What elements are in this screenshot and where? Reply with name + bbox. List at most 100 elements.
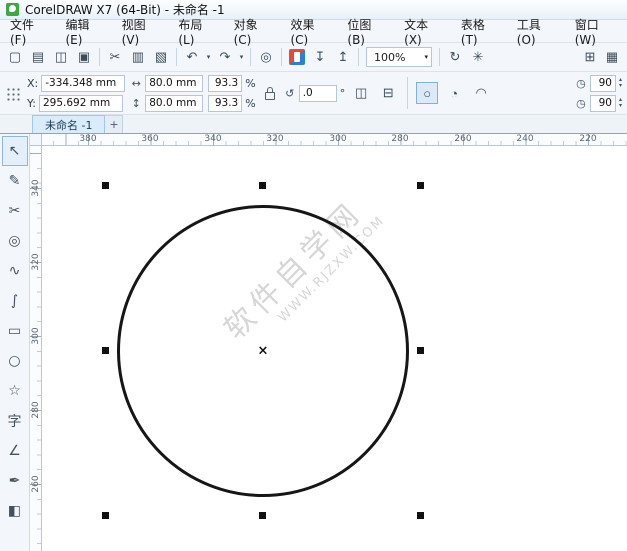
interactive-fill-tool[interactable]: ◧: [2, 496, 28, 526]
selection-handle-bottom-right[interactable]: [417, 512, 424, 519]
import-button[interactable]: ↧: [309, 46, 331, 68]
open-button[interactable]: ▤: [27, 46, 49, 68]
rectangle-tool[interactable]: ▭: [2, 316, 28, 346]
horizontal-ruler[interactable]: 380 360 340 320 300 280 260 240 220: [42, 134, 627, 146]
document-tab[interactable]: 未命名 -1: [32, 115, 105, 133]
undo-button[interactable]: ↶: [181, 46, 203, 68]
coreldraw-logo-icon: [6, 3, 19, 16]
refresh-button[interactable]: ↻: [444, 46, 466, 68]
vruler-label: 320: [31, 252, 41, 272]
zoom-tool-icon: ◎: [8, 233, 20, 249]
export-button[interactable]: ↥: [332, 46, 354, 68]
rotation-group: ↺ °: [284, 85, 346, 102]
artistic-media-tool[interactable]: ∫: [2, 286, 28, 316]
zoom-level-select[interactable]: 100% ▾: [366, 47, 432, 67]
coreldraw-window: CorelDRAW X7 (64-Bit) - 未命名 -1 文件(F) 编辑(…: [0, 0, 627, 551]
lock-icon: [265, 92, 275, 100]
spinner-down-icon: ▾: [619, 83, 622, 89]
vruler-label: 340: [31, 178, 41, 198]
menu-bitmaps[interactable]: 位图(B): [339, 13, 396, 50]
object-size-group: ↔ ↕: [130, 75, 203, 112]
undo-dropdown-button[interactable]: ▾: [204, 46, 213, 68]
vertical-ruler[interactable]: 340 320 300 280 260: [30, 146, 42, 551]
menu-file[interactable]: 文件(F): [2, 13, 57, 50]
shape-tool[interactable]: ✎: [2, 166, 28, 196]
selection-handle-bottom-left[interactable]: [102, 512, 109, 519]
x-position-input[interactable]: [41, 75, 125, 92]
menu-window[interactable]: 窗口(W): [567, 13, 627, 50]
application-launcher-button[interactable]: [286, 46, 308, 68]
new-document-tab-button[interactable]: +: [105, 115, 123, 133]
zoom-tool[interactable]: ◎: [2, 226, 28, 256]
flip-vertical-button[interactable]: ⊟: [377, 82, 399, 104]
toolbar-right-group: ⊞ ▦: [579, 46, 623, 68]
options-button[interactable]: ✳: [467, 46, 489, 68]
degree-label: °: [340, 87, 346, 100]
paste-button[interactable]: ▧: [150, 46, 172, 68]
object-origin-selector[interactable]: [5, 86, 20, 101]
ellipse-mode-button[interactable]: ○: [416, 82, 438, 104]
selection-handle-middle-left[interactable]: [102, 347, 109, 354]
redo-dropdown-button[interactable]: ▾: [237, 46, 246, 68]
selection-handle-top-center[interactable]: [259, 182, 266, 189]
scale-y-input[interactable]: [208, 95, 242, 112]
menu-view[interactable]: 视图(V): [114, 13, 171, 50]
menu-table[interactable]: 表格(T): [453, 13, 509, 50]
save-button[interactable]: ◫: [50, 46, 72, 68]
ruler-origin-corner[interactable]: [30, 134, 42, 146]
object-width-input[interactable]: [145, 75, 203, 92]
redo-button[interactable]: ↷: [214, 46, 236, 68]
hruler-label: 340: [204, 134, 221, 145]
selection-handle-top-right[interactable]: [417, 182, 424, 189]
arc-mode-button[interactable]: ◠: [470, 82, 492, 104]
new-document-button[interactable]: ▢: [4, 46, 26, 68]
freehand-tool[interactable]: ∿: [2, 256, 28, 286]
menu-tools[interactable]: 工具(O): [509, 13, 567, 50]
menu-text[interactable]: 文本(X): [396, 13, 453, 50]
freehand-tool-icon: ∿: [9, 263, 21, 279]
start-angle-input[interactable]: [590, 75, 616, 92]
document-tab-label: 未命名 -1: [45, 117, 92, 133]
scale-x-input[interactable]: [208, 75, 242, 92]
document-tab-bar: 未命名 -1 +: [0, 115, 627, 134]
selection-handle-top-left[interactable]: [102, 182, 109, 189]
y-position-input[interactable]: [39, 95, 123, 112]
search-content-button[interactable]: ◎: [255, 46, 277, 68]
menu-bar: 文件(F) 编辑(E) 视图(V) 布局(L) 对象(C) 效果(C) 位图(B…: [0, 20, 627, 43]
drawing-page[interactable]: 软件自学网 WWW.RJZXW.COM ×: [42, 146, 627, 551]
pen-tool[interactable]: ✒: [2, 466, 28, 496]
rotation-angle-input[interactable]: [299, 85, 337, 102]
x-position-label: X:: [27, 77, 38, 90]
menu-effects[interactable]: 效果(C): [282, 13, 339, 50]
toolbar-separator: [176, 48, 177, 66]
menu-object[interactable]: 对象(C): [226, 13, 283, 50]
application-launcher-icon: [289, 49, 305, 65]
scale-factor-group: % %: [208, 75, 255, 112]
polygon-tool[interactable]: ☆: [2, 376, 28, 406]
pie-mode-button[interactable]: ◔: [443, 82, 465, 104]
selection-handle-middle-right[interactable]: [417, 347, 424, 354]
show-grid-button[interactable]: ⊞: [579, 46, 601, 68]
object-height-input[interactable]: [145, 95, 203, 112]
dockers-button[interactable]: ▦: [601, 46, 623, 68]
parallel-dimension-tool[interactable]: ∠: [2, 436, 28, 466]
selection-handle-bottom-center[interactable]: [259, 512, 266, 519]
end-angle-spinner[interactable]: ▴ ▾: [619, 97, 622, 109]
ellipse-tool[interactable]: ○: [2, 346, 28, 376]
toolbar-separator: [439, 48, 440, 66]
pick-tool[interactable]: ↖: [2, 136, 28, 166]
print-button[interactable]: ▣: [73, 46, 95, 68]
print-icon: ▣: [78, 49, 90, 65]
chevron-down-icon: ▾: [240, 53, 244, 61]
lock-aspect-ratio-button[interactable]: [261, 80, 279, 106]
start-angle-spinner[interactable]: ▴ ▾: [619, 77, 622, 89]
cut-button[interactable]: ✂: [104, 46, 126, 68]
crop-tool[interactable]: ✂: [2, 196, 28, 226]
flip-horizontal-button[interactable]: ◫: [350, 82, 372, 104]
object-center-mark: ×: [258, 344, 269, 359]
end-angle-input[interactable]: [590, 95, 616, 112]
menu-edit[interactable]: 编辑(E): [57, 13, 113, 50]
menu-layout[interactable]: 布局(L): [170, 13, 225, 50]
copy-button[interactable]: ▥: [127, 46, 149, 68]
text-tool[interactable]: 字: [2, 406, 28, 436]
